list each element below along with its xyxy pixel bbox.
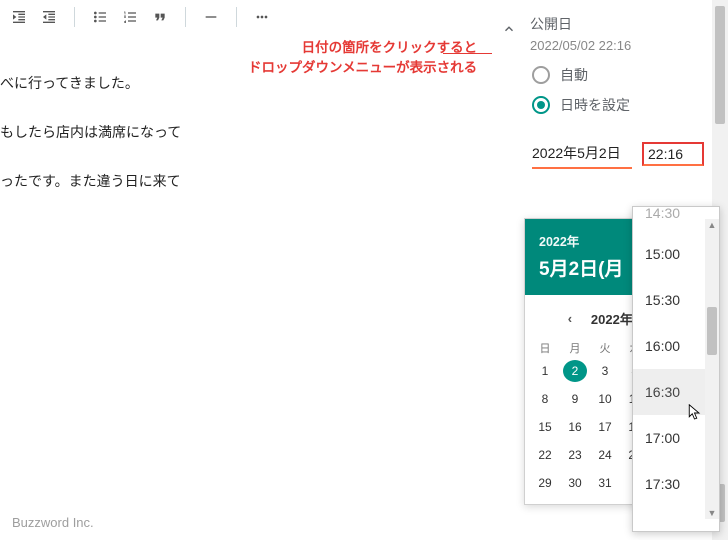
footer-credit: Buzzword Inc.: [12, 515, 94, 530]
time-input[interactable]: 22:16: [642, 142, 704, 166]
date-input[interactable]: 2022年5月2日: [532, 139, 632, 169]
editor-content[interactable]: べに行ってきました。 もしたら店内は満席になって ったです。また違う日に来て: [0, 68, 260, 214]
radio-label: 自動: [560, 65, 588, 85]
datetime-row: 2022年5月2日 22:16: [492, 135, 712, 175]
radio-label: 日時を設定: [560, 95, 630, 115]
indent-decrease-icon[interactable]: [36, 4, 62, 30]
scroll-up-icon[interactable]: ▲: [705, 219, 719, 231]
numbered-list-icon[interactable]: [117, 4, 143, 30]
publish-panel: 公開日 2022/05/02 22:16 自動 日時を設定 2022年5月2日 …: [492, 0, 712, 540]
radio-auto[interactable]: 自動: [532, 65, 706, 85]
scrollbar-thumb[interactable]: [707, 307, 717, 355]
toolbar-separator: [185, 7, 186, 27]
app: べに行ってきました。 もしたら店内は満席になって ったです。また違う日に来て 日…: [0, 0, 728, 540]
annotation-text: 日付の箇所をクリックすると ドロップダウンメニューが表示される: [248, 38, 477, 79]
horizontal-rule-icon[interactable]: [198, 4, 224, 30]
bullet-list-icon[interactable]: [87, 4, 113, 30]
chevron-up-icon[interactable]: [498, 18, 520, 40]
time-option[interactable]: 14:30: [633, 207, 705, 231]
doc-line: もしたら店内は満席になって: [0, 117, 260, 148]
chevron-left-icon[interactable]: ‹: [563, 311, 577, 326]
doc-line: ったです。また違う日に来て: [0, 166, 260, 197]
time-option[interactable]: 16:00: [633, 323, 705, 369]
time-option-list: 14:30 15:00 15:30 16:00 16:30 17:00 17:3…: [633, 207, 705, 531]
editor-toolbar: [0, 0, 480, 34]
toolbar-separator: [236, 7, 237, 27]
more-icon[interactable]: [249, 4, 275, 30]
time-option[interactable]: 15:00: [633, 231, 705, 277]
dropdown-scrollbar[interactable]: ▲ ▼: [705, 219, 719, 519]
radio-icon: [532, 96, 550, 114]
time-option[interactable]: 17:30: [633, 461, 705, 507]
publish-date-header[interactable]: 公開日 2022/05/02 22:16: [492, 0, 712, 63]
scroll-down-icon[interactable]: ▼: [705, 507, 719, 519]
time-dropdown[interactable]: 14:30 15:00 15:30 16:00 16:30 17:00 17:3…: [632, 206, 720, 532]
time-option[interactable]: 17:00: [633, 415, 705, 461]
section-label: 公開日: [530, 14, 631, 34]
radio-icon: [532, 66, 550, 84]
section-value: 2022/05/02 22:16: [530, 38, 631, 53]
scrollbar-thumb[interactable]: [715, 6, 725, 124]
radio-schedule[interactable]: 日時を設定: [532, 95, 706, 115]
time-option[interactable]: 16:30: [633, 369, 705, 415]
indent-increase-icon[interactable]: [6, 4, 32, 30]
toolbar-separator: [74, 7, 75, 27]
time-option[interactable]: 15:30: [633, 277, 705, 323]
blockquote-icon[interactable]: [147, 4, 173, 30]
publish-mode-group: 自動 日時を設定: [492, 63, 712, 135]
doc-line: べに行ってきました。: [0, 68, 260, 99]
